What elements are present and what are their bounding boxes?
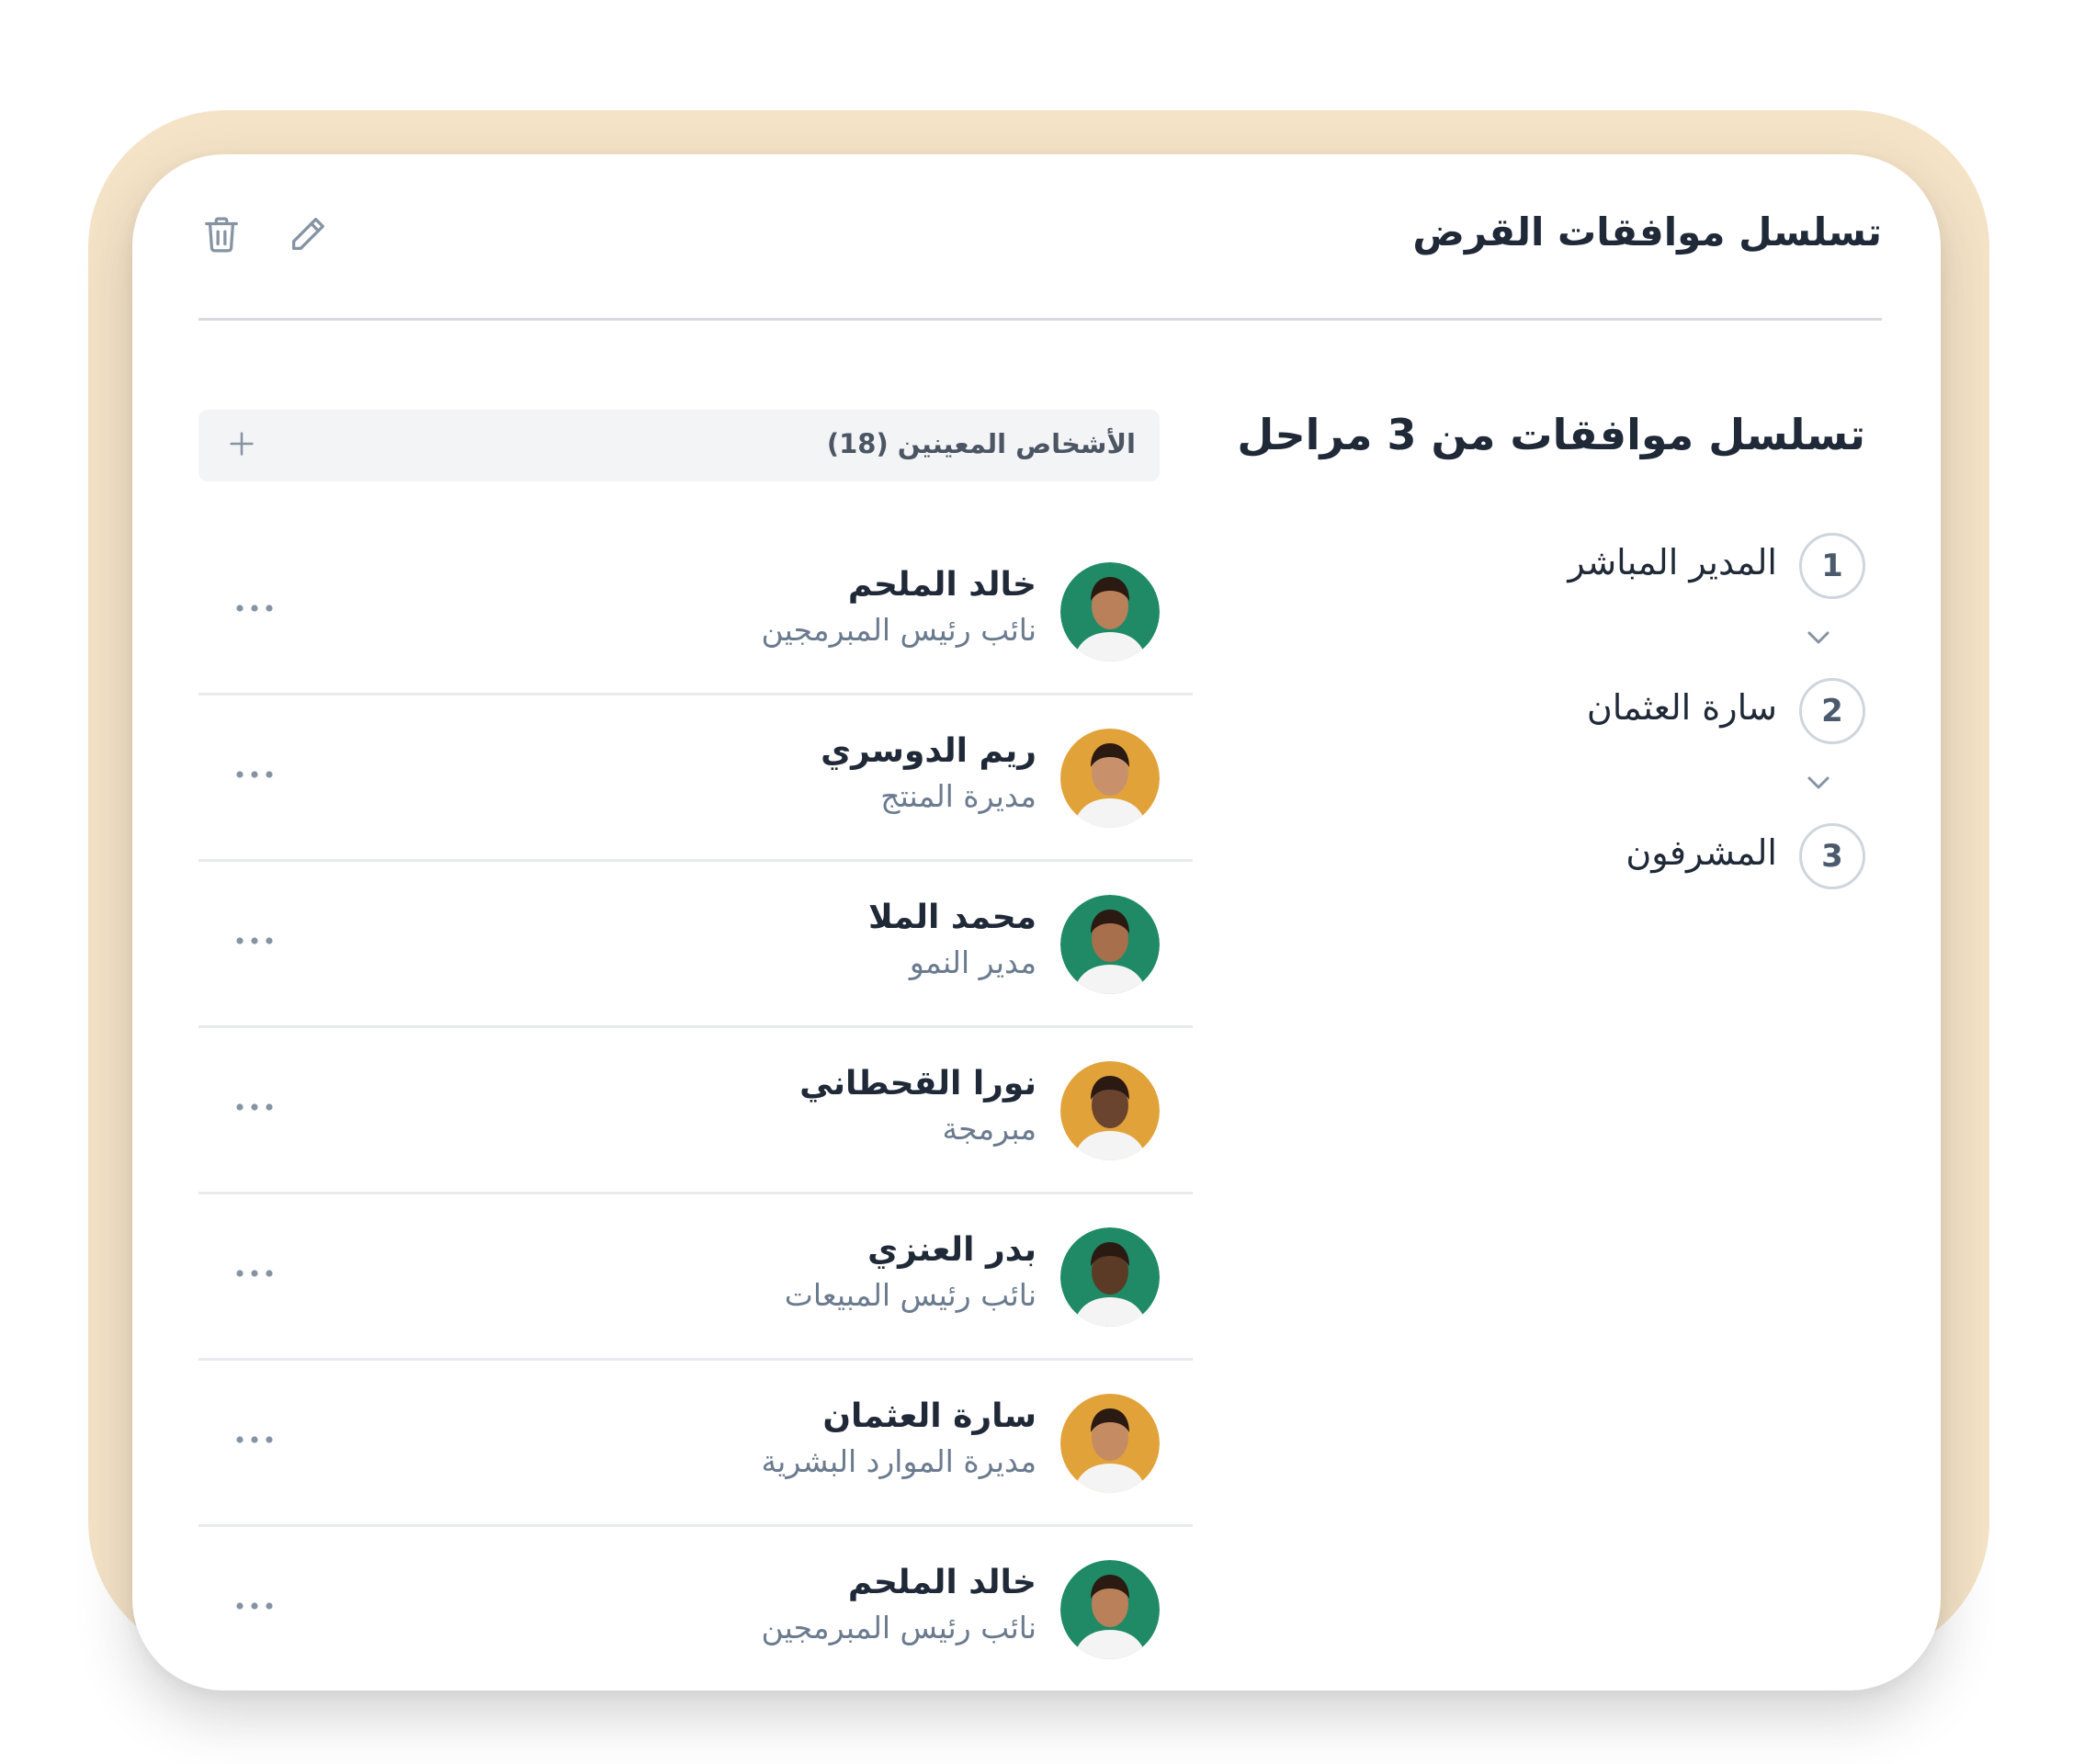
person-row[interactable]: خالد الملحم نائب رئيس المبرمجين [198, 529, 1193, 695]
person-name: خالد الملحم [847, 566, 1036, 604]
more-horizontal-icon[interactable] [232, 590, 278, 627]
flow-step-1: 1 المدير المباشر [1314, 533, 1865, 603]
person-row[interactable]: خالد الملحم نائب رئيس المبرمجين [198, 1527, 1193, 1690]
page-title: تسلسل موافقات القرض [1412, 209, 1882, 254]
approval-flow-title: تسلسل موافقات من 3 مراحل [1237, 410, 1865, 459]
assigned-people-bar: الأشخاص المعينين (18) [198, 410, 1160, 481]
more-horizontal-icon[interactable] [232, 922, 278, 959]
avatar [1060, 895, 1160, 994]
chevron-down-icon [1800, 771, 1837, 795]
person-row[interactable]: نورا القحطاني مبرمجة [198, 1028, 1193, 1194]
person-row[interactable]: سارة العثمان مديرة الموارد البشرية [198, 1361, 1193, 1527]
more-horizontal-icon[interactable] [232, 756, 278, 793]
avatar [1060, 1394, 1160, 1493]
person-row[interactable]: بدر العنزي نائب رئيس المبيعات [198, 1194, 1193, 1361]
trash-icon[interactable] [198, 211, 244, 257]
approval-chain-card: تسلسل موافقات القرض الأشخاص المعينين (18… [132, 154, 1941, 1690]
more-horizontal-icon[interactable] [232, 1089, 278, 1125]
person-name: ريم الدوسري [821, 732, 1036, 770]
person-role: مبرمجة [942, 1111, 1036, 1147]
person-name: محمد الملا [867, 899, 1036, 936]
person-role: مدير النمو [909, 944, 1036, 980]
step-label: المدير المباشر [1568, 542, 1777, 582]
step-label: المشرفون [1626, 832, 1777, 873]
avatar [1060, 562, 1160, 662]
person-row[interactable]: ريم الدوسري مديرة المنتج [198, 695, 1193, 862]
more-horizontal-icon[interactable] [232, 1421, 278, 1458]
step-number: 3 [1799, 823, 1865, 889]
person-role: مديرة المنتج [880, 778, 1036, 814]
pencil-icon[interactable] [285, 211, 331, 257]
person-name: بدر العنزي [867, 1231, 1036, 1269]
person-role: نائب رئيس المبرمجين [761, 612, 1036, 648]
step-number: 2 [1799, 678, 1865, 744]
chevron-down-icon [1800, 626, 1837, 650]
avatar [1060, 1227, 1160, 1327]
flow-step-3: 3 المشرفون [1314, 823, 1865, 893]
avatar [1060, 729, 1160, 828]
person-role: نائب رئيس المبيعات [784, 1277, 1036, 1313]
avatar [1060, 1061, 1160, 1160]
person-name: نورا القحطاني [799, 1065, 1036, 1102]
person-name: خالد الملحم [847, 1564, 1036, 1601]
step-label: سارة العثمان [1586, 687, 1777, 728]
person-role: نائب رئيس المبرمجين [761, 1610, 1036, 1645]
plus-icon[interactable] [221, 423, 263, 465]
assigned-people-label: الأشخاص المعينين (18) [826, 428, 1136, 459]
person-role: مديرة الموارد البشرية [761, 1443, 1036, 1479]
more-horizontal-icon[interactable] [232, 1588, 278, 1624]
assigned-people-list: خالد الملحم نائب رئيس المبرمجين ريم الدوسر… [198, 529, 1193, 1690]
avatar [1060, 1560, 1160, 1659]
step-number: 1 [1799, 533, 1865, 599]
person-name: سارة العثمان [822, 1397, 1036, 1435]
more-horizontal-icon[interactable] [232, 1255, 278, 1292]
card-header: تسلسل موافقات القرض [198, 154, 1882, 321]
flow-step-2: 2 سارة العثمان [1314, 678, 1865, 748]
person-row[interactable]: محمد الملا مدير النمو [198, 862, 1193, 1028]
